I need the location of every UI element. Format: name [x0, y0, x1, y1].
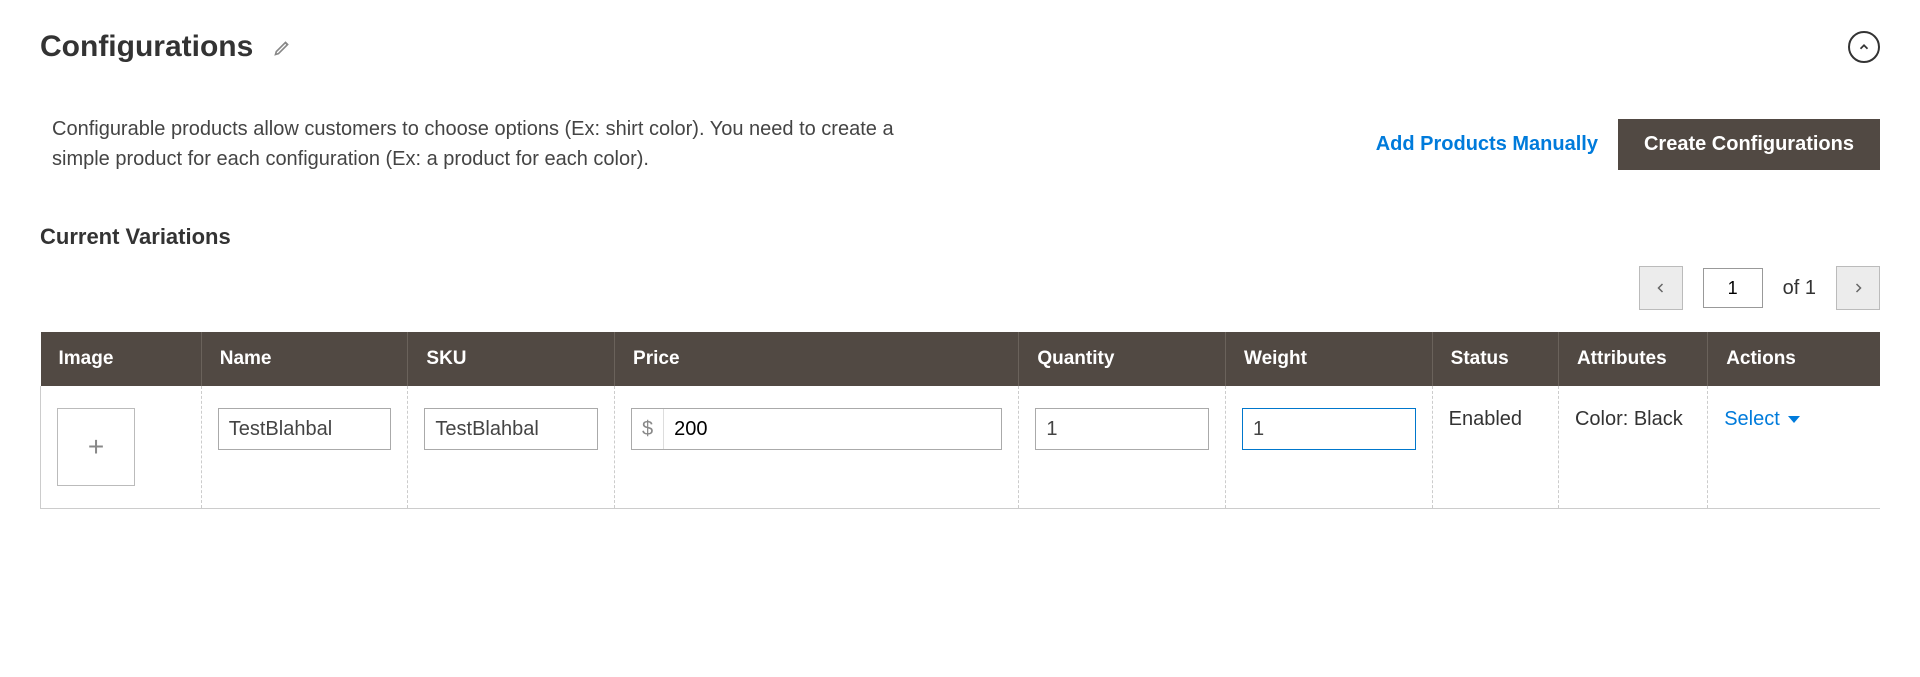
create-configurations-button[interactable]: Create Configurations — [1618, 119, 1880, 170]
currency-symbol: $ — [632, 409, 664, 449]
add-products-manually-link[interactable]: Add Products Manually — [1376, 133, 1598, 156]
col-header-quantity: Quantity — [1019, 332, 1226, 386]
price-input-wrap: $ — [631, 408, 1002, 450]
page-of-label: of 1 — [1783, 277, 1816, 300]
status-value: Enabled — [1449, 408, 1522, 430]
section-description: Configurable products allow customers to… — [52, 114, 952, 174]
row-actions-select[interactable]: Select — [1724, 408, 1800, 431]
col-header-name: Name — [201, 332, 408, 386]
prev-page-button[interactable] — [1639, 266, 1683, 310]
variations-table: Image Name SKU Price Quantity Weight Sta… — [40, 332, 1880, 509]
weight-input[interactable] — [1242, 408, 1416, 450]
section-title: Configurations — [40, 30, 253, 64]
col-header-sku: SKU — [408, 332, 615, 386]
col-header-actions: Actions — [1708, 332, 1880, 386]
col-header-status: Status — [1432, 332, 1558, 386]
col-header-weight: Weight — [1225, 332, 1432, 386]
table-row: + $ Enabled — [41, 386, 1881, 509]
name-input[interactable] — [218, 408, 392, 450]
current-variations-heading: Current Variations — [40, 224, 1880, 250]
pagination: of 1 — [40, 266, 1880, 310]
price-input[interactable] — [664, 409, 1001, 449]
col-header-image: Image — [41, 332, 202, 386]
attributes-value: Color: Black — [1575, 408, 1683, 430]
caret-down-icon — [1788, 416, 1800, 423]
add-image-button[interactable]: + — [57, 408, 135, 486]
pencil-icon[interactable] — [273, 37, 293, 57]
select-label: Select — [1724, 408, 1780, 431]
col-header-price: Price — [615, 332, 1019, 386]
col-header-attributes: Attributes — [1558, 332, 1707, 386]
collapse-toggle[interactable] — [1848, 31, 1880, 63]
page-number-input[interactable] — [1703, 268, 1763, 308]
next-page-button[interactable] — [1836, 266, 1880, 310]
sku-input[interactable] — [424, 408, 598, 450]
quantity-input[interactable] — [1035, 408, 1209, 450]
plus-icon: + — [88, 431, 104, 463]
